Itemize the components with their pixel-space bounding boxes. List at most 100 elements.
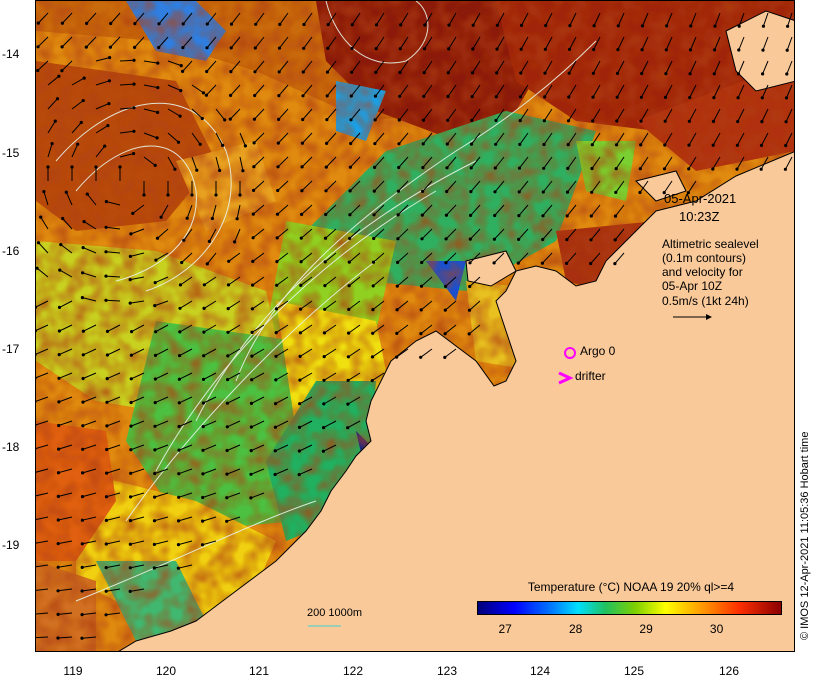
velocity-vector-head: [348, 236, 352, 240]
velocity-vector-head: [395, 355, 399, 359]
velocity-vector-head: [468, 284, 472, 289]
velocity-vector-head: [495, 47, 499, 51]
velocity-vector-head: [105, 353, 109, 357]
velocity-vector-head: [346, 378, 350, 382]
velocity-vector-head: [396, 189, 400, 193]
velocity-vector-head: [299, 260, 303, 264]
velocity-vector-head: [347, 331, 351, 335]
velocity-vector-head: [422, 94, 426, 98]
velocity-vector-head: [419, 355, 423, 359]
velocity-vector-head: [783, 167, 788, 171]
velocity-vector-head: [60, 69, 64, 73]
velocity-vector-head: [218, 168, 222, 173]
velocity-vector-head: [207, 239, 211, 243]
velocity-vector-head: [374, 70, 378, 74]
velocity-vector-head: [181, 46, 185, 50]
velocity-vector-head: [322, 355, 326, 359]
velocity-vector-head: [640, 24, 645, 28]
velocity-vector-head: [250, 354, 254, 358]
velocity-vector-head: [759, 143, 764, 147]
velocity-vector-head: [322, 402, 326, 406]
velocity-vector-head: [238, 193, 242, 197]
velocity-vector-head: [396, 213, 400, 217]
velocity-vector-head: [104, 225, 108, 229]
velocity-vector-head: [105, 424, 109, 428]
velocity-vector-head: [128, 519, 133, 523]
velocity-vector-head: [132, 129, 136, 133]
velocity-vector-head: [323, 284, 327, 288]
x-tick-label: 125: [623, 664, 645, 678]
velocity-vector-head: [423, 23, 427, 27]
velocity-vector-head: [229, 46, 233, 50]
velocity-vector-head: [373, 165, 377, 169]
velocity-vector-head: [229, 93, 233, 97]
velocity-vector-head: [81, 376, 85, 381]
velocity-vector-head: [541, 214, 545, 218]
velocity-vector-head: [59, 243, 63, 247]
velocity-vector-head: [274, 307, 279, 311]
velocity-vector-head: [445, 189, 449, 194]
velocity-vector-head: [444, 213, 448, 217]
velocity-vector-head: [297, 449, 301, 453]
velocity-vector-head: [664, 48, 668, 52]
velocity-vector-head: [298, 402, 302, 406]
velocity-vector-head: [591, 95, 595, 99]
velocity-vector-head: [56, 612, 60, 617]
velocity-vector-head: [128, 278, 132, 282]
velocity-vector-head: [517, 166, 522, 170]
velocity-vector-head: [132, 152, 136, 156]
velocity-vector-head: [129, 495, 133, 499]
velocity-vector-head: [156, 86, 160, 90]
credit-line: © IMOS 12-Apr-2021 11:05:36 Hobart time: [799, 431, 811, 640]
velocity-vector-head: [711, 143, 715, 147]
velocity-vector-head: [166, 193, 170, 197]
velocity-vector-head: [590, 190, 594, 194]
velocity-vector-head: [200, 543, 205, 547]
velocity-vector-head: [235, 217, 239, 221]
velocity-vector-head: [58, 268, 62, 272]
velocity-vector-head: [55, 97, 60, 101]
velocity-vector-head: [225, 496, 229, 500]
map-date: 05-Apr-2021: [664, 191, 737, 206]
velocity-vector-head: [152, 542, 156, 547]
velocity-vector-head: [221, 143, 225, 147]
velocity-vector-head: [249, 425, 253, 429]
velocity-vector-head: [350, 23, 354, 27]
x-tick-label: 124: [529, 664, 551, 678]
velocity-vector-head: [736, 72, 741, 76]
velocity-vector-head: [566, 143, 570, 147]
velocity-vector-head: [80, 518, 84, 522]
velocity-vector-head: [104, 542, 108, 546]
velocity-vector-head: [155, 236, 160, 240]
velocity-vector-head: [346, 355, 350, 359]
velocity-vector-head: [153, 401, 157, 405]
velocity-vector-head: [105, 377, 109, 381]
velocity-vector-head: [687, 167, 691, 171]
velocity-vector-head: [152, 519, 157, 523]
velocity-vector-head: [225, 425, 229, 429]
velocity-vector-head: [130, 330, 134, 334]
velocity-vector-head: [784, 143, 788, 148]
velocity-vector-head: [133, 45, 137, 50]
velocity-vector-head: [128, 301, 132, 305]
velocity-vector-head: [249, 472, 253, 476]
velocity-vector-head: [640, 48, 644, 52]
velocity-vector-head: [129, 400, 133, 405]
argo-label: Argo 0: [580, 344, 616, 358]
velocity-vector-head: [105, 329, 110, 333]
velocity-vector-head: [422, 71, 426, 75]
velocity-vector-head: [396, 237, 400, 241]
velocity-vector-head: [467, 332, 471, 336]
velocity-vector-head: [544, 23, 548, 28]
velocity-vector-head: [227, 259, 231, 263]
velocity-vector-head: [81, 271, 85, 275]
velocity-vector-head: [639, 119, 643, 123]
velocity-vector-head: [155, 136, 159, 140]
velocity-vector-head: [664, 72, 668, 76]
velocity-vector-head: [373, 142, 377, 146]
velocity-vector-head: [273, 449, 277, 453]
velocity-vector-head: [639, 95, 644, 99]
velocity-vector-head: [153, 304, 157, 308]
velocity-vector-head: [157, 22, 161, 26]
velocity-vector-head: [104, 495, 109, 499]
